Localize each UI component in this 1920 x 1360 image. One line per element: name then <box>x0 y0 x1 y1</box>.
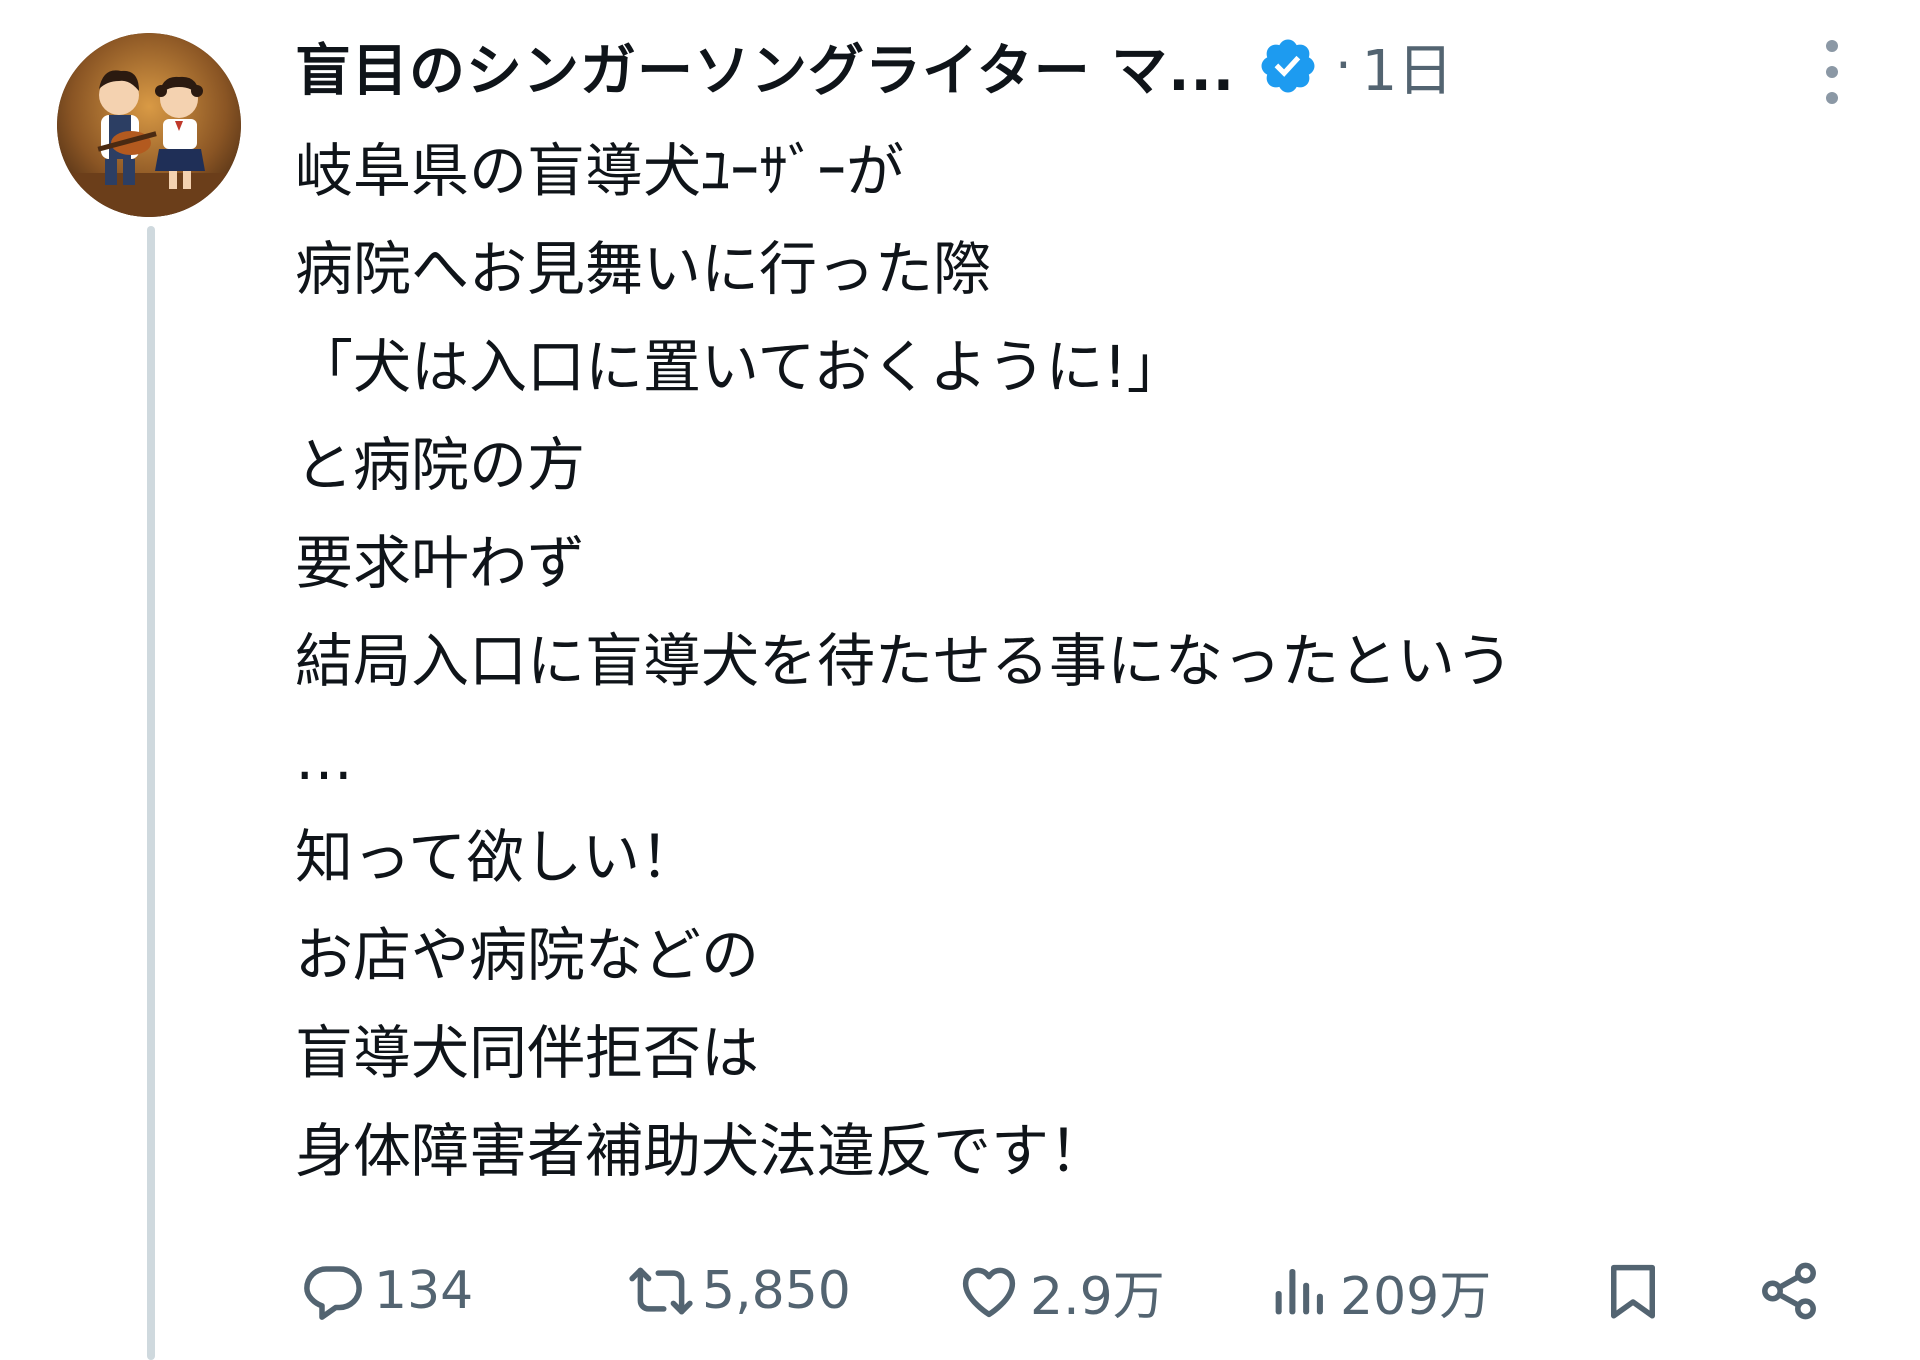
retweet-button[interactable]: 5,850 <box>628 1246 851 1336</box>
verified-badge-icon[interactable] <box>1257 35 1319 97</box>
like-count: 2.9万 <box>1030 1266 1165 1327</box>
tweet-line: 身体障害者補助犬法違反です！ <box>295 1117 1108 1185</box>
display-name[interactable]: 盲目のシンガーソングライター マ... <box>295 26 1235 107</box>
bookmark-icon <box>1611 1264 1655 1319</box>
tweet-line: … <box>295 725 353 793</box>
like-button[interactable]: 2.9万 <box>956 1246 1165 1336</box>
bookmark-button[interactable] <box>1600 1246 1666 1336</box>
tweet: 盲目のシンガーソングライター マ... · 1日 岐阜県の盲導犬ﾕｰｻﾞｰが 病… <box>0 0 1920 1360</box>
views-button[interactable]: 209万 <box>1266 1246 1491 1336</box>
views-count: 209万 <box>1340 1266 1492 1327</box>
retweet-icon <box>629 1267 693 1315</box>
action-bar: 134 5,850 2.9万 209万 <box>300 1246 1860 1336</box>
reply-icon <box>304 1266 362 1320</box>
timestamp[interactable]: 1日 <box>1362 26 1454 107</box>
retweet-count: 5,850 <box>702 1261 851 1321</box>
tweet-line: 知って欲しい！ <box>295 823 699 891</box>
tweet-line: 盲導犬同伴拒否は <box>295 1019 760 1087</box>
share-icon <box>1762 1262 1816 1320</box>
reply-count: 134 <box>374 1261 474 1321</box>
share-button[interactable] <box>1756 1246 1822 1336</box>
tweet-line: と病院の方 <box>295 431 586 499</box>
avatar-image <box>57 33 241 217</box>
tweet-line: 結局入口に盲導犬を待たせる事になったという <box>295 627 1514 695</box>
tweet-line: お店や病院などの <box>295 921 760 989</box>
reply-button[interactable]: 134 <box>300 1246 473 1336</box>
tweet-line: 岐阜県の盲導犬ﾕｰｻﾞｰが <box>295 137 905 205</box>
thread-line <box>147 226 155 1360</box>
more-options-icon[interactable] <box>1812 40 1852 104</box>
tweet-line: 「犬は入口に置いておくように!」 <box>295 333 1185 401</box>
tweet-text: 岐阜県の盲導犬ﾕｰｻﾞｰが 病院へお見舞いに行った際 「犬は入口に置いておくよう… <box>295 122 1895 1200</box>
tweet-line: 病院へお見舞いに行った際 <box>295 235 992 303</box>
avatar[interactable] <box>57 33 241 217</box>
views-icon <box>1275 1269 1323 1315</box>
heart-icon <box>962 1267 1016 1318</box>
tweet-header: 盲目のシンガーソングライター マ... · 1日 <box>295 22 1453 110</box>
separator-dot: · <box>1335 36 1352 96</box>
tweet-line: 要求叶わず <box>295 529 586 597</box>
